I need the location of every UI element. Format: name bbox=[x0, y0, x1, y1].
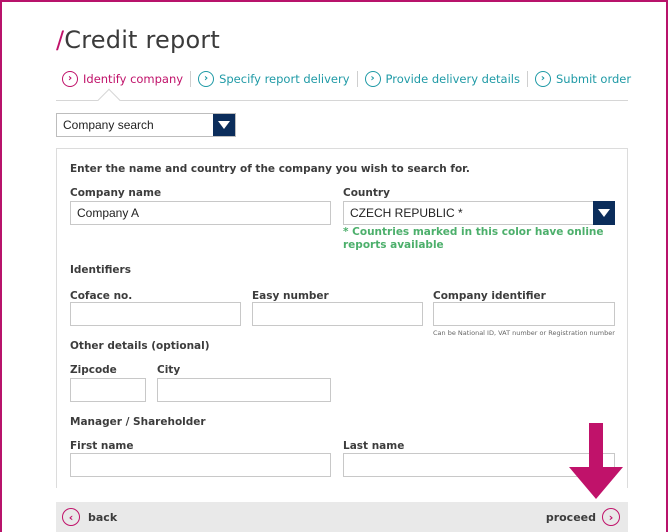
chevron-right-circle-icon: › bbox=[198, 71, 215, 87]
company-identifier-label: Company identifier bbox=[433, 290, 546, 302]
company-name-label: Company name bbox=[70, 187, 162, 199]
city-label: City bbox=[157, 364, 181, 376]
company-name-input[interactable]: Company A bbox=[70, 201, 331, 225]
manager-shareholder-heading: Manager / Shareholder bbox=[70, 416, 206, 428]
dropdown-arrow-icon[interactable] bbox=[213, 114, 235, 136]
coface-no-label: Coface no. bbox=[70, 290, 133, 302]
proceed-button[interactable]: proceed › bbox=[546, 508, 620, 526]
step-label: Identify company bbox=[83, 72, 184, 86]
steps-underline bbox=[56, 100, 628, 101]
progress-steps: › Identify company › Specify report deli… bbox=[62, 71, 631, 87]
other-details-heading: Other details (optional) bbox=[70, 340, 210, 352]
page-title: /Credit report bbox=[56, 26, 220, 54]
last-name-label: Last name bbox=[343, 440, 405, 452]
first-name-label: First name bbox=[70, 440, 134, 452]
step-provide-delivery-details[interactable]: › Provide delivery details bbox=[364, 71, 520, 87]
proceed-label: proceed bbox=[545, 510, 596, 524]
easy-number-label: Easy number bbox=[252, 290, 329, 302]
step-label: Provide delivery details bbox=[385, 72, 520, 86]
zipcode-label: Zipcode bbox=[70, 364, 117, 376]
chevron-right-circle-icon: › bbox=[364, 71, 381, 87]
zipcode-input[interactable] bbox=[70, 378, 146, 402]
company-identifier-hint: Can be National ID, VAT number or Regist… bbox=[433, 329, 615, 337]
step-label: Submit order bbox=[555, 72, 632, 86]
title-text: Credit report bbox=[64, 26, 221, 54]
identifiers-heading: Identifiers bbox=[70, 264, 131, 276]
chevron-right-circle-icon: › bbox=[62, 71, 78, 87]
footer-bar bbox=[56, 502, 628, 532]
step-identify-company[interactable]: › Identify company bbox=[62, 71, 183, 87]
country-select[interactable]: CZECH REPUBLIC * bbox=[343, 201, 615, 225]
city-input[interactable] bbox=[157, 378, 331, 402]
dropdown-arrow-icon[interactable] bbox=[593, 201, 615, 225]
company-identifier-input[interactable] bbox=[433, 302, 615, 326]
back-button[interactable]: ‹ back bbox=[62, 508, 117, 526]
easy-number-input[interactable] bbox=[252, 302, 423, 326]
step-divider bbox=[356, 71, 358, 87]
step-label: Specify report delivery bbox=[219, 72, 350, 86]
form-intro: Enter the name and country of the compan… bbox=[70, 163, 470, 175]
chevron-left-circle-icon: ‹ bbox=[62, 508, 80, 526]
chevron-right-circle-icon: › bbox=[602, 508, 620, 526]
step-divider bbox=[190, 71, 192, 87]
step-specify-report-delivery[interactable]: › Specify report delivery bbox=[198, 71, 350, 87]
chevron-right-circle-icon: › bbox=[534, 71, 551, 87]
search-type-value: Company search bbox=[63, 118, 154, 132]
online-reports-note: * Countries marked in this color have on… bbox=[343, 226, 604, 251]
country-label: Country bbox=[343, 187, 390, 199]
first-name-input[interactable] bbox=[70, 453, 331, 477]
coface-no-input[interactable] bbox=[70, 302, 241, 326]
step-divider bbox=[526, 71, 528, 87]
step-submit-order[interactable]: › Submit order bbox=[534, 71, 632, 87]
country-value: CZECH REPUBLIC * bbox=[350, 206, 463, 220]
down-arrow-icon bbox=[569, 423, 623, 499]
search-type-select[interactable]: Company search bbox=[56, 113, 236, 137]
back-label: back bbox=[88, 510, 118, 524]
